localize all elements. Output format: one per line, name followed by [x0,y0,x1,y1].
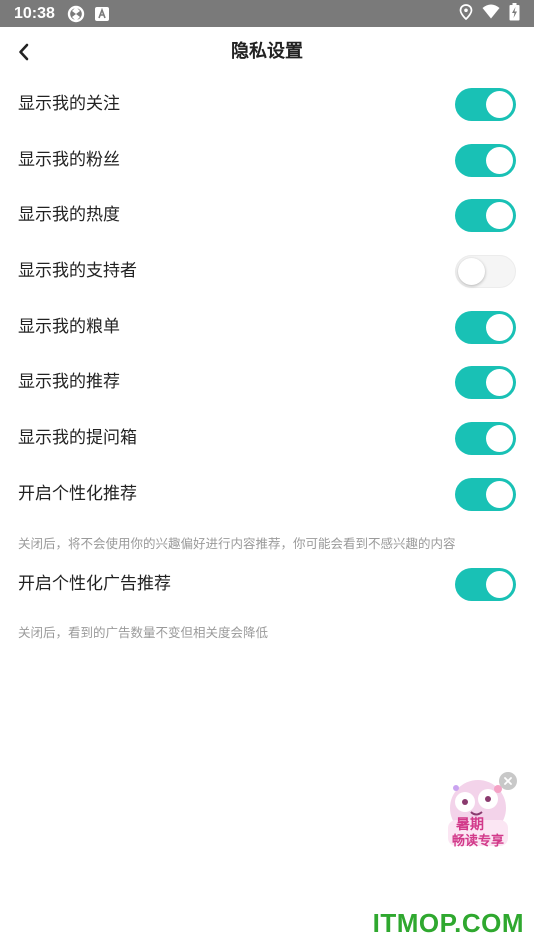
page-title: 隐私设置 [231,41,303,62]
toggle-knob [486,570,513,598]
a-icon [94,6,109,21]
setting-row: 开启个性化推荐 [0,467,534,523]
toggle-knob [486,480,513,508]
setting-row: 显示我的粮单 [0,300,534,356]
setting-toggle[interactable] [455,143,516,177]
setting-row: 显示我的支持者 [0,244,534,300]
setting-toggle[interactable] [455,567,516,601]
setting-label: 显示我的提问箱 [18,428,137,449]
setting-row: 显示我的提问箱 [0,411,534,467]
setting-row: 显示我的关注 [0,77,534,133]
setting-toggle[interactable] [455,310,516,344]
setting-toggle[interactable] [455,199,516,233]
sync-icon [67,5,85,23]
setting-hint: 关闭后，看到的广告数量不变但相关度会降低 [18,625,269,641]
toggle-knob [486,202,513,230]
setting-row: 显示我的热度 [0,188,534,244]
toggle-knob [486,369,513,397]
toggle-knob [486,91,513,118]
setting-label: 显示我的支持者 [18,261,137,282]
watermark: ITMOP.COM [372,908,524,938]
privacy-settings-list: 显示我的关注 显示我的粉丝 显示我的热度 显示我的支持者 显示我的粮单 显示我的推荐 显示我… [0,77,534,646]
toggle-knob [486,146,513,174]
toggle-knob [486,313,513,341]
badge-close-button[interactable] [499,772,517,790]
wifi-icon [482,4,500,23]
setting-label: 显示我的粮单 [18,316,120,337]
setting-toggle[interactable] [455,422,516,456]
setting-label: 显示我的关注 [18,94,120,114]
setting-toggle[interactable] [455,477,516,511]
setting-row: 显示我的推荐 [0,355,534,411]
setting-label: 显示我的粉丝 [18,149,120,170]
setting-label: 开启个性化推荐 [18,483,137,504]
setting-toggle[interactable] [455,366,516,400]
setting-row: 开启个性化广告推荐 [0,557,534,613]
toggle-knob [458,258,485,286]
location-icon [459,3,473,24]
toggle-knob [486,425,513,453]
status-right-icons [459,2,520,25]
setting-label: 开启个性化广告推荐 [18,573,171,594]
setting-row: 显示我的粉丝 [0,133,534,189]
nav-bar: 隐私设置 [0,27,534,77]
setting-toggle[interactable] [455,255,516,289]
setting-hint: 关闭后，将不会使用你的兴趣偏好进行内容推荐，你可能会看到不感兴趣的内容 [18,535,456,551]
setting-label: 显示我的热度 [18,205,120,226]
setting-label: 显示我的推荐 [18,372,120,393]
battery-charging-icon [509,2,520,25]
status-time: 10:38 [14,4,55,22]
close-icon [504,777,512,785]
status-bar: 10:38 [0,0,534,27]
badge-text-line2: 畅读专享 [452,834,505,849]
setting-toggle[interactable] [455,88,516,121]
